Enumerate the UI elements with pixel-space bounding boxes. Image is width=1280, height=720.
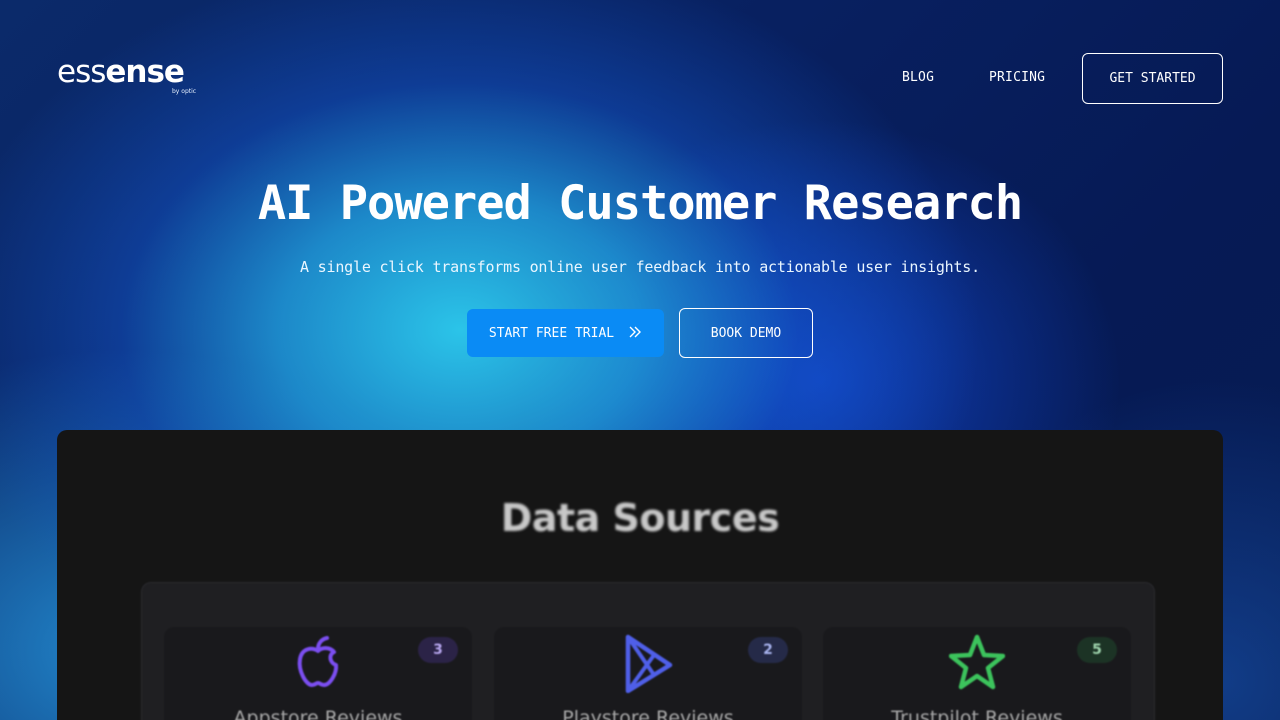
site-header: essense by optic BLOG PRICING GET STARTE… [0,0,1280,156]
hero-title: AI Powered Customer Research [257,176,1023,231]
play-store-icon [620,633,676,694]
data-sources-panel: 3 Appstore Reviews 2 Playstore Reviews 5… [141,582,1155,720]
hero-subtitle: A single click transforms online user fe… [300,258,980,276]
brand-name-bold: ense [105,54,185,90]
nav-link-pricing[interactable]: PRICING [989,70,1045,85]
source-count-badge: 5 [1077,637,1117,663]
brand-wordmark: essense [57,55,207,89]
source-count-badge: 3 [418,637,458,663]
source-label: Playstore Reviews [562,707,734,720]
book-demo-button[interactable]: BOOK DEMO [679,308,813,358]
source-count-badge: 2 [748,637,788,663]
source-label: Appstore Reviews [233,707,403,720]
brand-tagline: by optic [172,88,197,95]
nav-link-blog[interactable]: BLOG [902,70,934,85]
get-started-button[interactable]: GET STARTED [1082,53,1223,104]
product-preview: Data Sources 3 Appstore Reviews 2 Playst… [57,430,1223,720]
source-card-appstore[interactable]: 3 Appstore Reviews [164,627,472,720]
source-card-trustpilot[interactable]: 5 Trustpilot Reviews [823,627,1131,720]
get-started-label: GET STARTED [1109,71,1196,86]
source-label: Trustpilot Reviews [891,707,1063,720]
preview-title: Data Sources [500,496,780,540]
start-free-trial-label: START FREE TRIAL [488,325,615,341]
book-demo-label: BOOK DEMO [710,325,782,341]
double-chevron-right-icon [628,326,642,341]
source-card-playstore[interactable]: 2 Playstore Reviews [494,627,802,720]
start-free-trial-button[interactable]: START FREE TRIAL [467,309,664,357]
brand-logo[interactable]: essense by optic [57,55,207,99]
star-icon [948,633,1006,693]
apple-icon [290,633,346,693]
brand-name-light: ess [57,54,106,90]
